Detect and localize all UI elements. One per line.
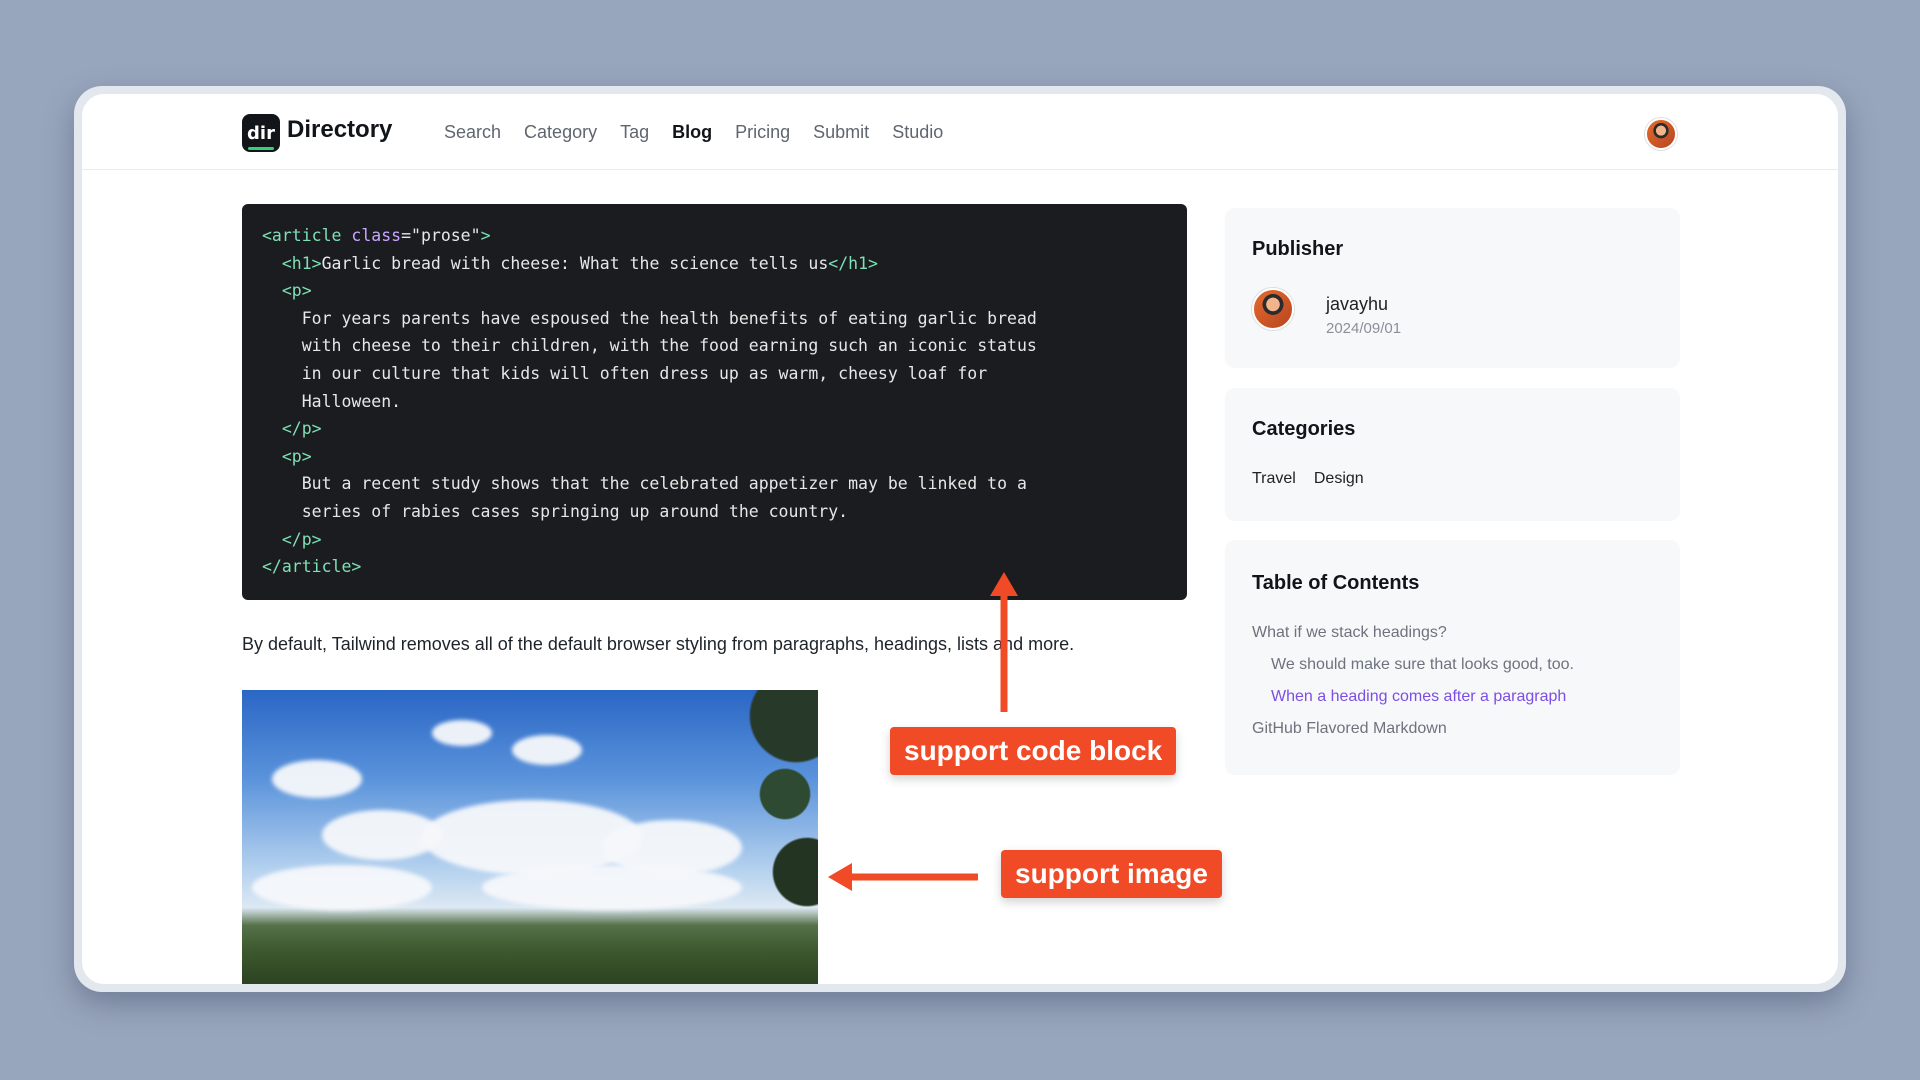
publisher-card: Publisher javayhu 2024/09/01 bbox=[1225, 208, 1680, 368]
code-token: </article> bbox=[262, 557, 362, 577]
toc-title: Table of Contents bbox=[1252, 572, 1420, 594]
code-token: For years parents have espoused the heal… bbox=[262, 308, 1037, 328]
publisher-name[interactable]: javayhu bbox=[1326, 294, 1388, 315]
category-travel[interactable]: Travel bbox=[1252, 470, 1296, 488]
logo-icon[interactable]: dir bbox=[242, 114, 280, 152]
code-block: <article class="prose"> <h1>Garlic bread… bbox=[242, 204, 1187, 600]
toc-item[interactable]: GitHub Flavored Markdown bbox=[1252, 720, 1447, 738]
category-design[interactable]: Design bbox=[1314, 470, 1364, 488]
category-list: Travel Design bbox=[1252, 470, 1382, 488]
landscape-image bbox=[242, 690, 818, 984]
site-header: dir Directory Search Category Tag Blog Prici… bbox=[82, 94, 1838, 170]
code-line: series of rabies cases springing up arou… bbox=[262, 498, 1167, 526]
toc-item[interactable]: When a heading comes after a paragraph bbox=[1271, 688, 1566, 706]
code-token: But a recent study shows that the celebr… bbox=[262, 474, 1027, 494]
code-token: with cheese to their children, with the … bbox=[262, 336, 1037, 356]
code-line: Halloween. bbox=[262, 388, 1167, 416]
tree-branches bbox=[708, 690, 818, 950]
nav-category[interactable]: Category bbox=[524, 122, 597, 143]
publisher-avatar[interactable] bbox=[1252, 288, 1294, 330]
code-token: </h1> bbox=[828, 253, 878, 273]
code-token: series of rabies cases springing up arou… bbox=[262, 501, 849, 521]
logo-strip bbox=[248, 147, 274, 150]
code-line: <article class="prose"> bbox=[262, 222, 1167, 250]
code-line: <p> bbox=[262, 277, 1167, 305]
nav-blog[interactable]: Blog bbox=[672, 122, 712, 143]
main-nav: Search Category Tag Blog Pricing Submit Studio bbox=[444, 122, 966, 143]
code-line: </p> bbox=[262, 526, 1167, 554]
code-line: For years parents have espoused the heal… bbox=[262, 305, 1167, 333]
user-avatar[interactable] bbox=[1645, 118, 1677, 150]
toc-item[interactable]: What if we stack headings? bbox=[1252, 624, 1447, 642]
page-window: dir Directory Search Category Tag Blog Prici… bbox=[82, 94, 1838, 984]
nav-submit[interactable]: Submit bbox=[813, 122, 869, 143]
code-line: But a recent study shows that the celebr… bbox=[262, 470, 1167, 498]
toc-item[interactable]: We should make sure that looks good, too… bbox=[1271, 656, 1574, 674]
logo-text: dir bbox=[247, 122, 275, 144]
code-token: <article bbox=[262, 226, 352, 245]
image-annotation: support image bbox=[1001, 850, 1222, 898]
nav-pricing[interactable]: Pricing bbox=[735, 122, 790, 143]
code-line: </p> bbox=[262, 415, 1167, 443]
code-token: <p> bbox=[281, 446, 312, 466]
code-line: <p> bbox=[262, 443, 1167, 471]
code-token: Halloween. bbox=[262, 391, 402, 411]
code-token: </p> bbox=[281, 419, 322, 439]
body-paragraph: By default, Tailwind removes all of the … bbox=[242, 634, 1075, 654]
code-token: <p> bbox=[281, 281, 312, 301]
code-token: class bbox=[351, 226, 402, 245]
code-token: <h1> bbox=[281, 253, 322, 273]
code-line: <h1>Garlic bread with cheese: What the s… bbox=[262, 250, 1167, 278]
toc-card: Table of Contents What if we stack headi… bbox=[1225, 540, 1680, 775]
publish-date: 2024/09/01 bbox=[1326, 320, 1402, 337]
nav-search[interactable]: Search bbox=[444, 122, 501, 143]
code-token: in our culture that kids will often dres… bbox=[262, 363, 988, 383]
code-line: with cheese to their children, with the … bbox=[262, 332, 1167, 360]
code-token: > bbox=[480, 226, 491, 245]
code-line: </article> bbox=[262, 553, 1167, 581]
categories-title: Categories bbox=[1252, 418, 1356, 440]
code-line: in our culture that kids will often dres… bbox=[262, 360, 1167, 388]
code-token: Garlic bread with cheese: What the scien… bbox=[321, 253, 829, 273]
brand-name[interactable]: Directory bbox=[287, 116, 392, 144]
publisher-title: Publisher bbox=[1252, 238, 1344, 260]
code-token: </p> bbox=[281, 529, 322, 549]
categories-card: Categories Travel Design bbox=[1225, 388, 1680, 521]
code-token: ="prose" bbox=[401, 226, 481, 245]
nav-studio[interactable]: Studio bbox=[892, 122, 943, 143]
code-block-annotation: support code block bbox=[890, 727, 1177, 775]
nav-tag[interactable]: Tag bbox=[620, 122, 649, 143]
